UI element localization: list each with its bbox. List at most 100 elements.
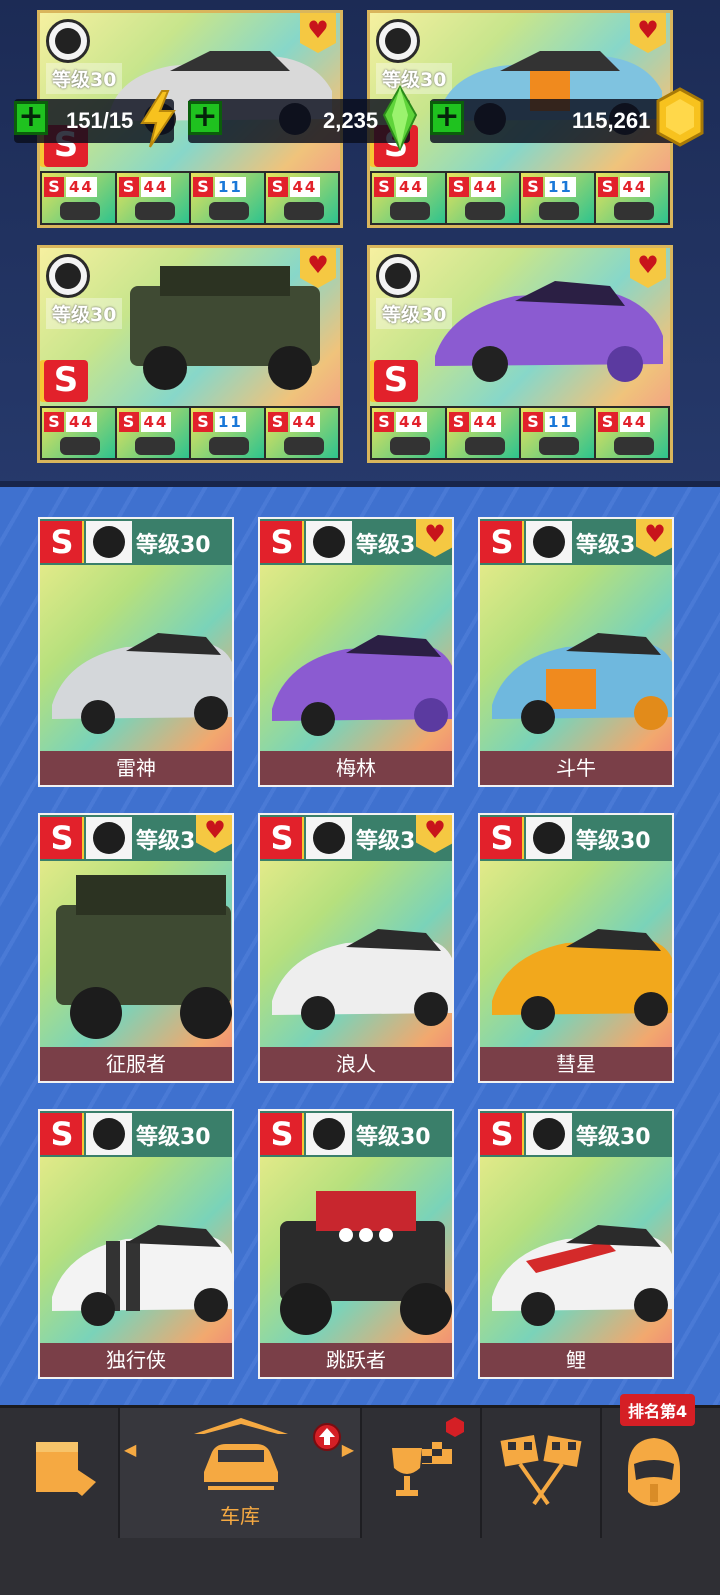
engine-part-icon [134, 202, 175, 220]
car-level: 等级3 [356, 533, 416, 558]
car-name: 彗星 [480, 1047, 672, 1081]
ss-rank-badge: S [40, 1113, 84, 1155]
coin-counter: 115,261 [430, 99, 680, 143]
car-image [52, 633, 232, 734]
road-emblem-icon [306, 817, 352, 859]
car-name: 跳跃者 [260, 1343, 452, 1377]
road-emblem-icon [526, 817, 572, 859]
car-level: 等级30 [356, 1125, 431, 1150]
garage-car-card[interactable]: S 等级3 ♥ 梅林 [258, 517, 454, 787]
bottom-nav: ◀ ▶ 车库 排名第4 [0, 1394, 720, 1595]
currency-bar: 151/15 + 2,235 + 115,261 + [0, 85, 720, 153]
engine-part-icon [134, 437, 175, 455]
upgrade-slot-2: S 44 [116, 408, 189, 458]
top-panel: 等级30 ♥ S S 44 S 44 S 11 S 44 等级30 ♥ S S 44 S4… [0, 0, 720, 487]
nav-garage[interactable]: ◀ ▶ 车库 [120, 1408, 362, 1538]
upgrade-slot-1: S 44 [42, 173, 115, 223]
upgrade-slot-2: S 44 [446, 173, 519, 223]
ss-rank-badge: S [260, 817, 304, 859]
gem-icon [382, 85, 418, 151]
garage-grid: S 等级30 雷神 S 等级3 ♥ 梅林 S 等级3 ♥ 斗牛 S 等级3 ♥ … [0, 487, 720, 1405]
engine-part-icon [464, 202, 505, 220]
coin-icon [656, 87, 704, 147]
garage-car-card[interactable]: S 等级3 ♥ 征服者 [38, 813, 234, 1083]
helmet-icon [628, 1438, 680, 1506]
upgrade-slot-2: S 44 [446, 408, 519, 458]
upgrade-slot-4: S 44 [265, 408, 338, 458]
top-car-card-4[interactable]: 等级30 ♥ S S 44 S 44 S 11 S 44 [367, 245, 673, 463]
rank-badge: 排名第4 [620, 1394, 696, 1426]
garage-car-card[interactable]: S 等级30 跳跃者 [258, 1109, 454, 1379]
add-gems-button[interactable]: + [188, 101, 222, 135]
upgrade-slot-3: S 11 [191, 173, 264, 223]
upgrade-slot-4: S 44 [595, 173, 668, 223]
garage-car-card[interactable]: S 等级30 鲤 [478, 1109, 674, 1379]
car-level: 等级30 [576, 829, 651, 854]
wheel-emblem-icon [86, 817, 132, 859]
upgrade-row: S 44 S 44 S 11 S 44 [370, 171, 670, 225]
engine-part-icon [464, 437, 505, 455]
ss-rank-badge: S [44, 360, 88, 402]
crown-emblem-icon [376, 254, 420, 298]
ss-rank-badge: S [40, 521, 84, 563]
chevron-right-icon[interactable]: ▶ [342, 1440, 354, 1459]
fuel-value: 151/15 [66, 108, 134, 133]
checkered-flags-icon [500, 1435, 582, 1506]
upgrade-slot-4: S 44 [595, 408, 668, 458]
car-level: 等级3 [136, 829, 196, 854]
upgrade-row: S 44 S 44 S 11 S 44 [370, 406, 670, 460]
car-image [280, 1191, 452, 1335]
ss-rank-badge: S [480, 1113, 524, 1155]
coin-value: 115,261 [572, 108, 651, 133]
wheel-emblem-icon [46, 254, 90, 298]
upgrade-slot-3: S 11 [521, 173, 594, 223]
tire-part-icon [613, 202, 654, 220]
tire-part-icon [283, 202, 324, 220]
car-level: 等级3 [356, 829, 416, 854]
car-image [56, 875, 232, 1039]
car-name: 鲤 [480, 1343, 672, 1377]
upgrade-slot-4: S 44 [265, 173, 338, 223]
chevron-left-icon[interactable]: ◀ [124, 1440, 136, 1459]
garage-car-card[interactable]: S 等级30 独行侠 [38, 1109, 234, 1379]
turbo-part-icon [60, 202, 100, 220]
top-car-card-3[interactable]: 等级30 ♥ S S 44 S 44 S 11 S 44 [37, 245, 343, 463]
upgrade-arrow-icon [313, 1423, 341, 1451]
add-fuel-button[interactable]: + [14, 101, 48, 135]
upgrade-slot-1: S 44 [372, 408, 445, 458]
crown-emblem-icon [86, 521, 132, 563]
garage-car-card[interactable]: S 等级30 彗星 [478, 813, 674, 1083]
gem-value: 2,235 [323, 108, 379, 133]
nav-race[interactable] [482, 1408, 602, 1538]
trophy-flag-icon [392, 1442, 452, 1496]
turbo-part-icon [390, 202, 430, 220]
upgrade-slot-3: S 11 [191, 408, 264, 458]
road-emblem-icon [526, 1113, 572, 1155]
nav-shop[interactable] [0, 1408, 120, 1538]
horse-emblem-icon [86, 1113, 132, 1155]
nav-profile[interactable]: 排名第4 [602, 1394, 720, 1538]
upgrade-slot-1: S 44 [372, 173, 445, 223]
car-image [492, 929, 672, 1030]
upgrade-row: S 44 S 44 S 11 S 44 [40, 406, 340, 460]
car-image [492, 1225, 672, 1326]
car-image [130, 266, 320, 390]
shop-box-icon [36, 1442, 96, 1496]
upgrade-row: S 44 S 44 S 11 S 44 [40, 171, 340, 225]
nitro-part-icon [539, 437, 579, 455]
garage-car-icon [194, 1418, 288, 1490]
nav-events[interactable] [362, 1408, 482, 1538]
nitro-part-icon [209, 437, 249, 455]
add-coins-button[interactable]: + [430, 101, 464, 135]
car-image [492, 633, 672, 734]
horse-emblem-icon [526, 521, 572, 563]
garage-car-card[interactable]: S 等级3 ♥ 浪人 [258, 813, 454, 1083]
horse-emblem-icon [376, 19, 420, 63]
upgrade-slot-3: S 11 [521, 408, 594, 458]
car-level: 等级30 [576, 1125, 651, 1150]
garage-label: 车库 [220, 1504, 260, 1528]
car-level: 等级30 [136, 533, 211, 558]
garage-car-card[interactable]: S 等级30 雷神 [38, 517, 234, 787]
garage-car-card[interactable]: S 等级3 ♥ 斗牛 [478, 517, 674, 787]
turbo-part-icon [390, 437, 430, 455]
